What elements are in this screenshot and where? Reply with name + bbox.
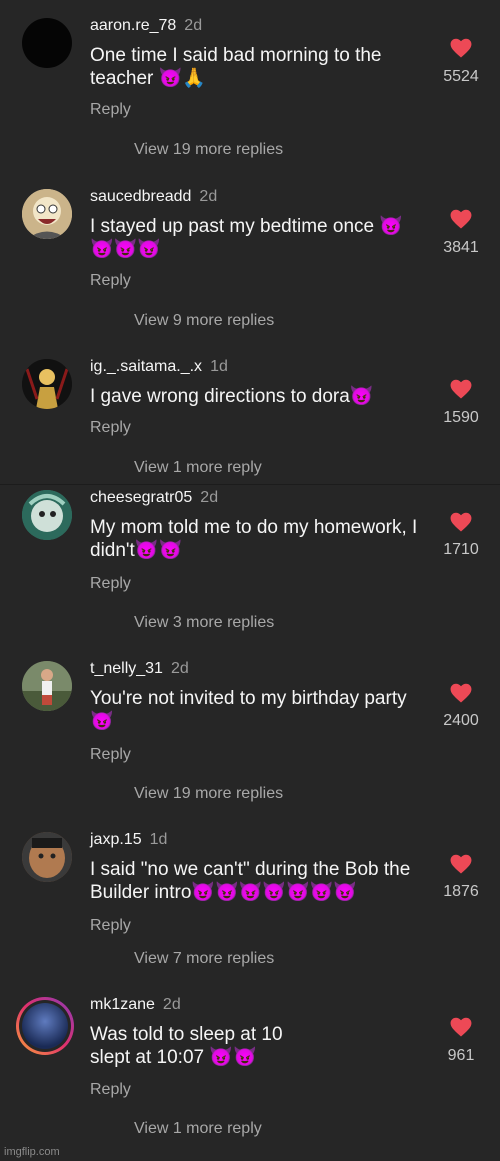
watermark: imgflip.com xyxy=(4,1146,60,1158)
username[interactable]: t_nelly_31 xyxy=(90,660,163,677)
reply-button[interactable]: Reply xyxy=(90,101,131,119)
like-count: 1590 xyxy=(443,409,479,426)
reply-button[interactable]: Reply xyxy=(90,746,131,764)
view-more-replies[interactable]: View 7 more replies xyxy=(134,950,274,968)
username[interactable]: aaron.re_78 xyxy=(90,17,176,34)
reply-button[interactable]: Reply xyxy=(90,419,131,437)
comment-age: 2d xyxy=(199,188,218,205)
comment: saucedbreadd 2d I stayed up past my bedti… xyxy=(0,171,500,341)
like-count: 961 xyxy=(447,1047,475,1064)
avatar-picture xyxy=(22,832,72,882)
username[interactable]: saucedbreadd xyxy=(90,188,191,205)
view-more-replies[interactable]: View 9 more replies xyxy=(134,312,274,330)
comment-meta: aaron.re_78 2d xyxy=(90,17,202,35)
avatar[interactable] xyxy=(22,189,72,239)
comment-text: I gave wrong directions to dora😈 xyxy=(90,386,374,407)
avatar-picture xyxy=(22,490,72,540)
avatar-picture xyxy=(22,661,72,711)
comment: jaxp.15 1d I said "no we can't" during th… xyxy=(0,814,500,979)
comment-text: I stayed up past my bedtime once 😈 😈😈😈 xyxy=(90,216,404,260)
avatar[interactable] xyxy=(22,490,72,540)
heart-icon[interactable] xyxy=(450,209,472,229)
view-more-replies[interactable]: View 1 more reply xyxy=(134,1120,262,1138)
comment-age: 2d xyxy=(184,17,203,34)
comment-meta: ig._.saitama._.x 1d xyxy=(90,358,228,376)
comment: aaron.re_78 2d One time I said bad mornin… xyxy=(0,0,500,170)
comment: mk1zane 2d Was told to sleep at 10 slept … xyxy=(0,979,500,1149)
comment-text: You're not invited to my birthday party … xyxy=(90,688,407,732)
heart-icon[interactable] xyxy=(450,379,472,399)
view-more-replies[interactable]: View 19 more replies xyxy=(134,785,283,803)
comment-meta: mk1zane 2d xyxy=(90,996,181,1014)
view-more-replies[interactable]: View 19 more replies xyxy=(134,141,283,159)
comment-age: 1d xyxy=(210,358,228,375)
comment-meta: cheesegratr05 2d xyxy=(90,489,218,507)
avatar[interactable] xyxy=(22,661,72,711)
view-more-replies[interactable]: View 3 more replies xyxy=(134,614,274,632)
username[interactable]: cheesegratr05 xyxy=(90,489,192,506)
avatar-picture xyxy=(22,189,72,239)
comment-age: 1d xyxy=(149,831,168,848)
avatar[interactable] xyxy=(22,18,72,68)
comment: t_nelly_31 2d You're not invited to my bi… xyxy=(0,643,500,813)
comment-age: 2d xyxy=(162,996,181,1013)
heart-icon[interactable] xyxy=(450,38,472,58)
username[interactable]: mk1zane xyxy=(90,996,155,1013)
reply-button[interactable]: Reply xyxy=(90,1081,131,1099)
avatar[interactable] xyxy=(22,359,72,409)
comment-age: 2d xyxy=(170,660,189,677)
like-count: 3841 xyxy=(443,239,479,256)
comment-text: I said "no we can't" during the Bob the … xyxy=(90,859,411,903)
heart-icon[interactable] xyxy=(450,683,472,703)
avatar-picture xyxy=(22,1003,68,1049)
like-count: 1876 xyxy=(443,883,479,900)
reply-button[interactable]: Reply xyxy=(90,575,131,593)
comment: cheesegratr05 2d My mom told me to do my … xyxy=(0,472,500,642)
like-count: 2400 xyxy=(443,712,479,729)
heart-icon[interactable] xyxy=(450,512,472,532)
comment-text: One time I said bad morning to the teach… xyxy=(90,45,382,89)
comment: ig._.saitama._.x 1d I gave wrong directio… xyxy=(0,341,500,483)
avatar-picture xyxy=(22,359,72,409)
avatar xyxy=(19,1000,71,1052)
comment-meta: jaxp.15 1d xyxy=(90,831,167,849)
reply-button[interactable]: Reply xyxy=(90,917,131,935)
username[interactable]: ig._.saitama._.x xyxy=(90,358,202,375)
comment-age: 2d xyxy=(200,489,219,506)
heart-icon[interactable] xyxy=(450,854,472,874)
comment-text: My mom told me to do my homework, I didn… xyxy=(90,517,418,561)
avatar-story-ring[interactable] xyxy=(16,997,74,1055)
comment-meta: t_nelly_31 2d xyxy=(90,660,189,678)
like-count: 1710 xyxy=(443,541,479,558)
username[interactable]: jaxp.15 xyxy=(90,831,142,848)
comment-meta: saucedbreadd 2d xyxy=(90,188,217,206)
comment-text: Was told to sleep at 10 slept at 10:07 😈… xyxy=(90,1024,283,1068)
like-count: 5524 xyxy=(443,68,479,85)
avatar[interactable] xyxy=(22,832,72,882)
heart-icon[interactable] xyxy=(450,1017,472,1037)
reply-button[interactable]: Reply xyxy=(90,272,131,290)
